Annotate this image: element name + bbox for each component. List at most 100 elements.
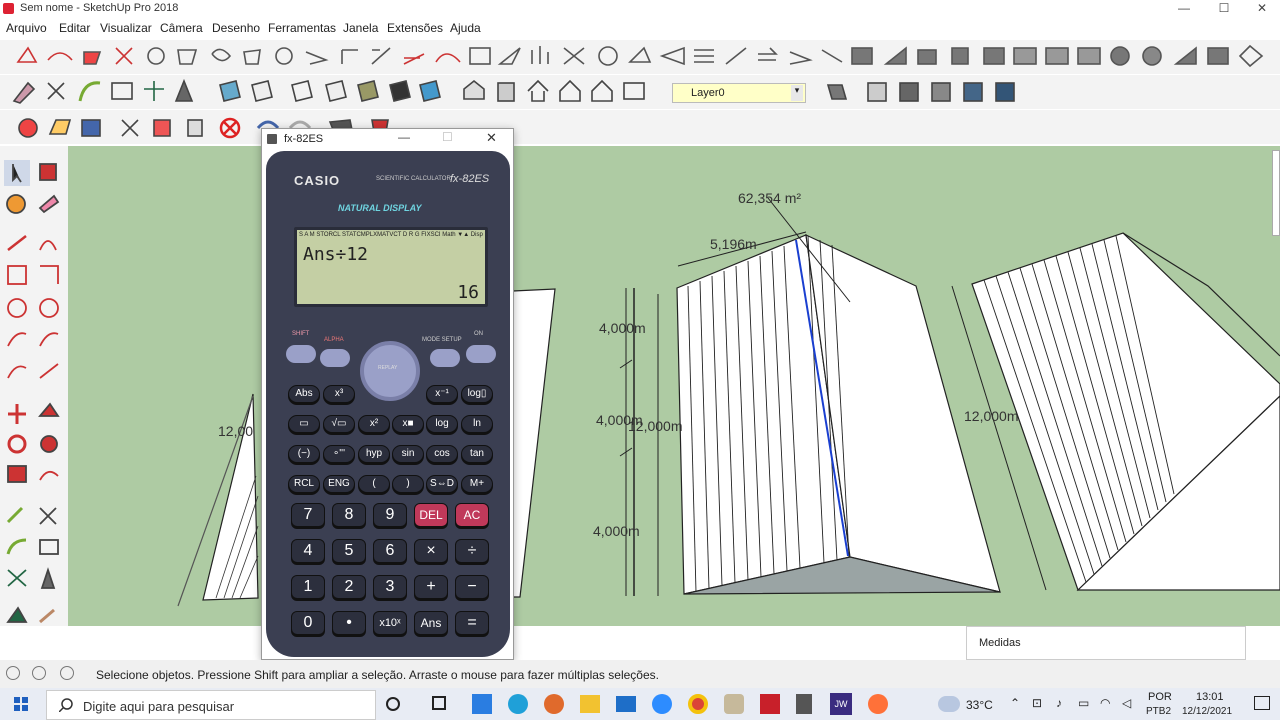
power-key[interactable]: x■: [392, 415, 424, 433]
taskbar-search[interactable]: Digite aqui para pesquisar: [46, 690, 376, 720]
mail-icon[interactable]: [616, 696, 636, 712]
menu-extensoes[interactable]: Extensões: [387, 21, 443, 35]
cortana-icon[interactable]: [386, 697, 400, 711]
key-0[interactable]: 0: [291, 611, 325, 635]
key-2[interactable]: 2: [332, 575, 366, 599]
exp10-key[interactable]: x10ˣ: [373, 611, 407, 635]
mode-key[interactable]: [430, 349, 460, 367]
clock-date[interactable]: 12/12/2021: [1182, 706, 1232, 717]
credits-icon[interactable]: [32, 666, 46, 680]
jw-icon[interactable]: JW: [830, 693, 852, 715]
calc-maximize-button[interactable]: ☐: [442, 130, 453, 144]
key-3[interactable]: 3: [373, 575, 407, 599]
app-icon-orange[interactable]: [544, 694, 564, 714]
close-button[interactable]: ✕: [1242, 0, 1280, 18]
minimize-button[interactable]: —: [1164, 0, 1204, 18]
maximize-button[interactable]: ☐: [1204, 0, 1244, 18]
keyboard-layout[interactable]: PTB2: [1146, 706, 1171, 717]
key-4[interactable]: 4: [291, 539, 325, 563]
key-9[interactable]: 9: [373, 503, 407, 527]
chevron-up-icon[interactable]: ⌃: [1010, 696, 1020, 710]
square-key[interactable]: x²: [358, 415, 390, 433]
sketchup-taskbar-icon[interactable]: [760, 694, 780, 714]
calc-minimize-button[interactable]: —: [398, 130, 410, 144]
open-paren-key[interactable]: (: [358, 475, 390, 493]
log-key[interactable]: log: [426, 415, 458, 433]
ans-key[interactable]: Ans: [414, 611, 448, 635]
shift-key[interactable]: [286, 345, 316, 363]
key-7[interactable]: 7: [291, 503, 325, 527]
fraction-key[interactable]: ▭: [288, 415, 320, 433]
store-icon[interactable]: [472, 694, 492, 714]
m-plus-key[interactable]: M+: [461, 475, 493, 493]
menu-ajuda[interactable]: Ajuda: [450, 21, 481, 35]
clock-time[interactable]: 13:01: [1196, 691, 1224, 703]
layer-dropdown-value: Layer0: [691, 87, 725, 99]
divide-key[interactable]: ÷: [455, 539, 489, 563]
volume-icon[interactable]: ◁: [1122, 696, 1131, 710]
negative-key[interactable]: (−): [288, 445, 320, 463]
abs-key[interactable]: Abs: [288, 385, 320, 403]
wifi-icon[interactable]: ◠: [1100, 696, 1110, 710]
app-icon-brush[interactable]: [724, 694, 744, 714]
eng-key[interactable]: ENG: [323, 475, 355, 493]
hyp-key[interactable]: hyp: [358, 445, 390, 463]
notification-icon[interactable]: [1254, 696, 1270, 710]
layer-dropdown[interactable]: Layer0 ▾: [672, 83, 806, 103]
on-key[interactable]: [466, 345, 496, 363]
default-tray-tab[interactable]: [1272, 150, 1280, 236]
rcl-key[interactable]: RCL: [288, 475, 320, 493]
key-1[interactable]: 1: [291, 575, 325, 599]
menu-desenho[interactable]: Desenho: [212, 21, 260, 35]
menu-camera[interactable]: Câmera: [160, 21, 203, 35]
multiply-key[interactable]: ×: [414, 539, 448, 563]
chrome-icon[interactable]: [688, 694, 708, 714]
menu-ferramentas[interactable]: Ferramentas: [268, 21, 336, 35]
task-view-icon[interactable]: [432, 696, 446, 710]
replay-dpad[interactable]: REPLAY: [360, 341, 420, 401]
ac-key[interactable]: AC: [455, 503, 489, 527]
close-paren-key[interactable]: ): [392, 475, 424, 493]
cube-key[interactable]: x³: [323, 385, 355, 403]
firefox-icon[interactable]: [868, 694, 888, 714]
minus-key[interactable]: −: [455, 575, 489, 599]
file-explorer-icon[interactable]: [580, 695, 600, 713]
zoom-icon[interactable]: [652, 694, 672, 714]
calc-close-button[interactable]: ✕: [486, 130, 497, 146]
reciprocal-key[interactable]: x⁻¹: [426, 385, 458, 403]
menu-janela[interactable]: Janela: [343, 21, 378, 35]
key-5[interactable]: 5: [332, 539, 366, 563]
geolocation-icon[interactable]: [6, 666, 20, 680]
sqrt-key[interactable]: √▭: [323, 415, 355, 433]
windows-start-icon[interactable]: [14, 697, 28, 711]
alpha-key[interactable]: [320, 349, 350, 367]
menu-visualizar[interactable]: Visualizar: [100, 21, 152, 35]
chevron-down-icon[interactable]: ▾: [791, 85, 803, 101]
battery-icon[interactable]: ▭: [1078, 696, 1089, 710]
menu-editar[interactable]: Editar: [59, 21, 90, 35]
measurements-box[interactable]: Medidas: [966, 626, 1246, 660]
model-viewport[interactable]: 62,354 m² 5,196m 4,000m 4,000m 4,000m 12…: [68, 146, 1280, 626]
microphone-icon[interactable]: ♪: [1056, 696, 1062, 710]
s-to-d-key[interactable]: S⇔D: [426, 475, 458, 493]
key-8[interactable]: 8: [332, 503, 366, 527]
language-code[interactable]: POR: [1148, 691, 1172, 703]
model-drawing[interactable]: [68, 146, 1280, 626]
menu-arquivo[interactable]: Arquivo: [6, 21, 47, 35]
network-icon[interactable]: ⊡: [1032, 696, 1042, 710]
degree-key[interactable]: ∘''': [323, 445, 355, 463]
calculator-taskbar-icon[interactable]: [796, 694, 812, 714]
tan-key[interactable]: tan: [461, 445, 493, 463]
equals-key[interactable]: =: [455, 611, 489, 635]
edge-icon[interactable]: [508, 694, 528, 714]
sin-key[interactable]: sin: [392, 445, 424, 463]
log-base-key[interactable]: log▯: [461, 385, 493, 403]
weather-temperature: 33°C: [966, 698, 993, 712]
ln-key[interactable]: ln: [461, 415, 493, 433]
plus-key[interactable]: +: [414, 575, 448, 599]
key-6[interactable]: 6: [373, 539, 407, 563]
cos-key[interactable]: cos: [426, 445, 458, 463]
del-key[interactable]: DEL: [414, 503, 448, 527]
decimal-key[interactable]: •: [332, 611, 366, 635]
user-icon[interactable]: [60, 666, 74, 680]
